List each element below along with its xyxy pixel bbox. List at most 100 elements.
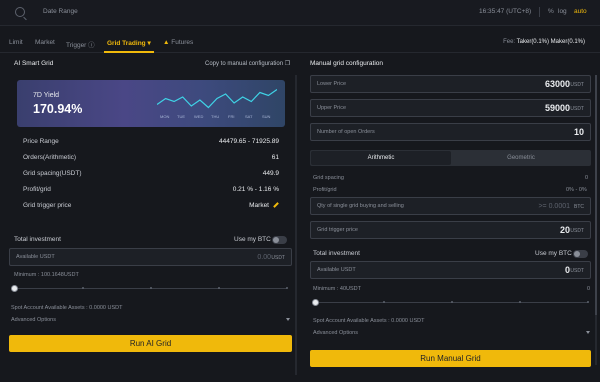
info-key: Grid trigger price xyxy=(23,202,72,209)
tab-futures[interactable]: ▲ Futures xyxy=(163,39,193,46)
field-value: 20 xyxy=(559,225,570,235)
clock-readout: 16:35:47 (UTC+8) xyxy=(479,8,532,15)
run-ai-grid-button[interactable]: Run AI Grid xyxy=(9,335,292,352)
field-label: Number of open Orders xyxy=(317,129,375,135)
chevron-down-icon xyxy=(586,331,590,334)
field-label: Upper Price xyxy=(317,105,347,111)
use-btc-toggle[interactable] xyxy=(573,250,588,258)
advanced-options-toggle[interactable]: Advanced Options xyxy=(313,330,358,336)
log-scale-toggle[interactable]: log xyxy=(558,8,567,15)
spot-assets-text: Spot Account Available Assets : 0.0000 U… xyxy=(11,305,123,311)
day-label: SAT xyxy=(245,114,253,119)
date-range-button[interactable]: Date Range xyxy=(43,8,78,15)
day-label: MON xyxy=(160,114,170,119)
grid-trigger-price-input[interactable]: Grid trigger price 20 USDT xyxy=(310,221,591,239)
tab-grid-trading[interactable]: Grid Trading ▾ xyxy=(107,39,151,47)
trigger-price-edit[interactable]: Market xyxy=(249,202,279,209)
fee-value: Taker(0.1%) Maker(0.1%) xyxy=(516,39,585,45)
upper-price-input[interactable]: Upper Price 59000 USDT xyxy=(310,99,591,117)
fee-prefix: Fee: xyxy=(503,39,516,45)
lower-price-input[interactable]: Lower Price 63000 USDT xyxy=(310,75,591,93)
sparkline-day-labels: MON TUE WED THU FRI SAT SUN xyxy=(160,114,280,122)
info-key: Price Range xyxy=(23,138,59,145)
field-value: 63000 xyxy=(544,79,570,89)
profit-grid-value: 0% - 0% xyxy=(566,187,587,193)
field-value: 59000 xyxy=(544,103,570,113)
day-label: THU xyxy=(211,114,220,119)
slider-tick xyxy=(82,287,84,289)
available-usdt-input[interactable]: Available USDT 0.00 USDT xyxy=(9,248,292,266)
caret-down-icon: ▾ xyxy=(147,40,151,47)
active-tab-indicator xyxy=(104,51,154,53)
scrollbar-thumb[interactable] xyxy=(595,75,597,315)
info-row-grid-spacing: Grid spacing(USDT) 449.9 xyxy=(23,170,279,180)
slider-handle[interactable] xyxy=(11,285,18,292)
field-value: 0 xyxy=(564,265,570,275)
info-value: 61 xyxy=(271,154,279,161)
profit-grid-label: Profit/grid xyxy=(313,187,337,193)
chevron-down-icon xyxy=(286,318,290,321)
field-unit: USDT xyxy=(570,228,584,234)
order-type-tabs: Limit Market Trigger ⓘ Grid Trading ▾ ▲ … xyxy=(0,33,600,53)
copy-icon: ❐ xyxy=(284,61,291,67)
day-label: WED xyxy=(194,114,204,119)
minimum-text: Minimum : 100.1648USDT xyxy=(14,272,79,278)
tab-futures-label: Futures xyxy=(171,39,194,46)
fee-info: Fee: Taker(0.1%) Maker(0.1%) xyxy=(503,39,585,45)
grid-spacing-value: 0 xyxy=(585,175,589,181)
total-investment-label: Total investment xyxy=(313,250,360,257)
field-label: Lower Price xyxy=(317,81,347,87)
copy-to-manual-link[interactable]: Copy to manual configuration ❐ xyxy=(205,60,290,67)
field-unit: BTC xyxy=(574,204,584,210)
advanced-options-toggle[interactable]: Advanced Options xyxy=(11,317,56,323)
info-value: 0.21 % - 1.16 % xyxy=(232,186,279,193)
ai-grid-title: AI Smart Grid xyxy=(14,60,54,67)
total-investment-label: Total investment xyxy=(14,236,61,243)
auto-scale-toggle[interactable]: auto xyxy=(574,8,587,15)
info-value: 449.9 xyxy=(262,170,279,177)
open-orders-input[interactable]: Number of open Orders 10 xyxy=(310,123,591,141)
qty-per-grid-input[interactable]: Qty of single grid buying and selling >=… xyxy=(310,197,591,215)
scrollbar[interactable] xyxy=(595,75,597,365)
tab-grid-trading-label: Grid Trading xyxy=(107,40,146,47)
field-label: Grid trigger price xyxy=(317,227,358,233)
yield-sparkline xyxy=(157,89,277,109)
day-label: SUN xyxy=(262,114,271,119)
manual-grid-title: Manual grid configuration xyxy=(310,60,383,67)
info-key: Orders(Arithmetic) xyxy=(23,154,77,161)
tab-trigger[interactable]: Trigger ⓘ xyxy=(66,39,95,49)
sparkline-path xyxy=(157,89,277,109)
slider-handle[interactable] xyxy=(312,299,319,306)
arithmetic-option[interactable]: Arithmetic xyxy=(311,151,451,165)
yield-card: 7D Yield 170.94% MON TUE WED THU FRI SAT SUN xyxy=(17,80,285,127)
info-row-orders: Orders(Arithmetic) 61 xyxy=(23,154,279,164)
grid-spacing-label: Grid spacing xyxy=(313,175,344,181)
tab-market[interactable]: Market xyxy=(35,39,55,46)
pencil-icon xyxy=(273,202,279,209)
copy-link-label: Copy to manual configuration xyxy=(205,61,284,67)
field-label: Qty of single grid buying and selling xyxy=(317,203,404,209)
slider-tick xyxy=(587,301,589,303)
minimum-text: Minimum : 40USDT xyxy=(313,286,361,292)
field-unit: USDT xyxy=(570,268,584,274)
available-usdt-input[interactable]: Available USDT 0 USDT xyxy=(310,261,591,279)
scrollbar[interactable] xyxy=(295,75,297,375)
info-key: Profit/grid xyxy=(23,186,51,193)
field-unit: USDT xyxy=(570,106,584,112)
run-manual-grid-button[interactable]: Run Manual Grid xyxy=(310,350,591,367)
yield-label: 7D Yield xyxy=(33,92,60,99)
field-label: Available USDT xyxy=(16,254,55,260)
divider xyxy=(539,7,540,17)
day-label: TUE xyxy=(177,114,185,119)
info-row-profit-grid: Profit/grid 0.21 % - 1.16 % xyxy=(23,186,279,196)
grid-mode-segmented-control: Arithmetic Geometric xyxy=(310,150,591,166)
use-btc-toggle[interactable] xyxy=(272,236,287,244)
percent-scale-toggle[interactable]: % xyxy=(548,8,554,15)
fire-icon: ▲ xyxy=(163,39,170,46)
slider-tick xyxy=(150,287,152,289)
field-unit: USDT xyxy=(271,255,285,261)
tab-limit[interactable]: Limit xyxy=(9,39,23,46)
slider-tick xyxy=(218,287,220,289)
geometric-option[interactable]: Geometric xyxy=(452,151,590,165)
zoom-icon[interactable] xyxy=(15,7,25,17)
